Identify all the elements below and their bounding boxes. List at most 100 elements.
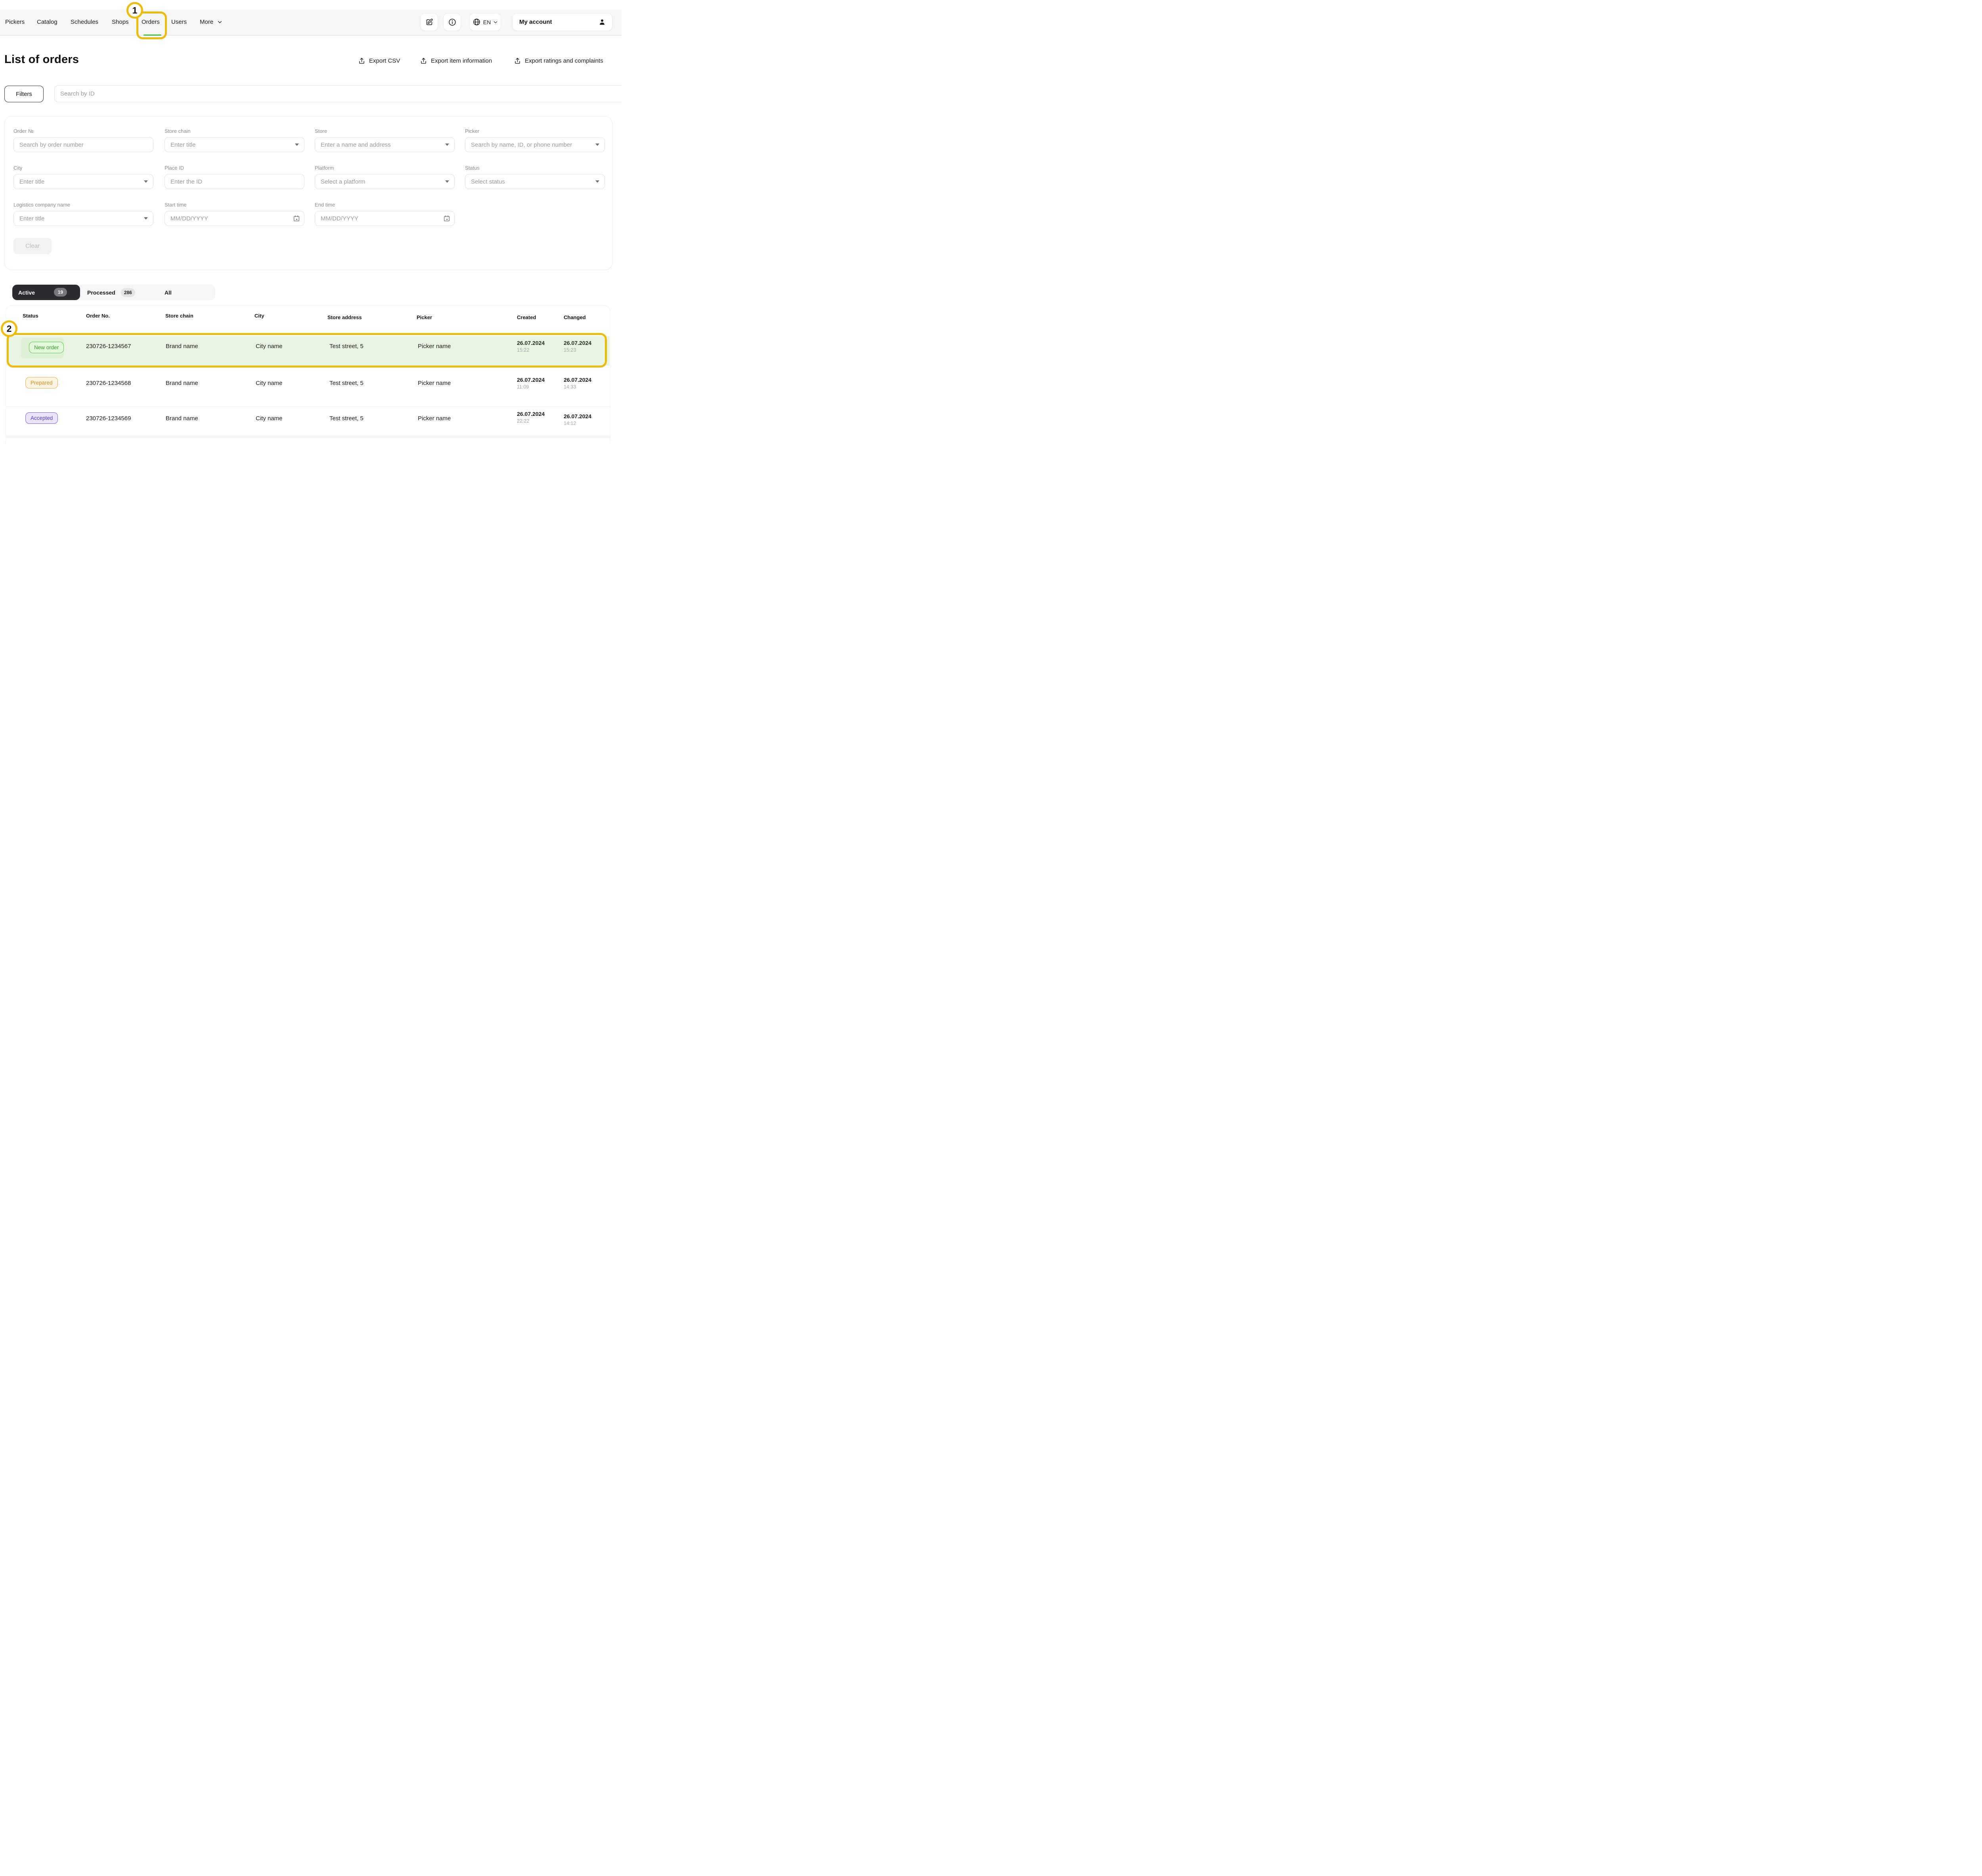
export-csv-label: Export CSV xyxy=(369,57,400,64)
column-header-changed: Changed xyxy=(564,314,586,320)
tab-all[interactable]: All xyxy=(165,285,172,300)
logistics-company-label: Logistics company name xyxy=(13,202,153,208)
upload-icon xyxy=(420,57,427,65)
cell-order-no: 230726-1234568 xyxy=(86,380,131,387)
start-time-input[interactable] xyxy=(165,211,304,226)
calendar-icon[interactable] xyxy=(443,215,450,222)
status-badge-label: Prepared xyxy=(31,380,53,386)
my-account-button[interactable]: My account xyxy=(512,13,612,31)
store-chain-select[interactable] xyxy=(165,137,304,152)
city-label: City xyxy=(13,165,153,171)
cell-changed: 26.07.2024 14:12 xyxy=(564,413,591,426)
nav-item-orders[interactable]: Orders xyxy=(142,19,160,25)
status-badge-new-order: New order xyxy=(29,342,64,353)
upload-icon xyxy=(358,57,365,65)
tab-processed[interactable]: Processed 286 xyxy=(87,285,135,300)
created-date: 26.07.2024 xyxy=(517,340,545,346)
cell-order-no: 230726-1234567 xyxy=(86,343,131,350)
logistics-company-select[interactable] xyxy=(13,211,153,226)
column-header-order-no: Order No. xyxy=(86,313,110,319)
export-csv-button[interactable]: Export CSV xyxy=(358,57,400,65)
nav-item-schedules[interactable]: Schedules xyxy=(71,19,98,25)
place-id-label: Place ID xyxy=(165,165,304,171)
search-by-id-input[interactable] xyxy=(54,85,622,102)
order-no-label: Order № xyxy=(13,128,153,134)
place-id-input[interactable] xyxy=(165,174,304,189)
edit-button[interactable] xyxy=(420,13,438,31)
cell-store-address: Test street, 5 xyxy=(329,380,363,387)
person-icon xyxy=(598,18,606,27)
changed-time: 15:23 xyxy=(564,347,591,353)
end-time-label: End time xyxy=(315,202,455,208)
top-navigation-bar: Pickers Catalog Schedules Shops Orders U… xyxy=(0,10,622,36)
created-time: 22:22 xyxy=(517,418,545,424)
orders-admin-page: Pickers Catalog Schedules Shops Orders U… xyxy=(0,0,622,444)
cell-created: 26.07.2024 15:22 xyxy=(517,340,545,353)
nav-item-users[interactable]: Users xyxy=(171,19,187,25)
tab-active-label: Active xyxy=(18,289,35,296)
status-label: Status xyxy=(465,165,605,171)
picker-label: Picker xyxy=(465,128,605,134)
status-badge-label: New order xyxy=(34,345,59,350)
status-badge-accepted: Accepted xyxy=(25,412,58,424)
export-item-information-button[interactable]: Export item information xyxy=(420,57,492,65)
export-item-information-label: Export item information xyxy=(431,57,492,64)
status-select[interactable] xyxy=(465,174,605,189)
export-ratings-complaints-button[interactable]: Export ratings and complaints xyxy=(514,57,603,65)
changed-time: 14:12 xyxy=(564,421,591,426)
filters-panel: Order № Store chain Store Picker City Pl… xyxy=(4,116,612,270)
column-header-city: City xyxy=(254,313,264,319)
orders-table: Status Order No. Store chain City Store … xyxy=(6,305,610,444)
nav-item-more[interactable]: More xyxy=(200,19,222,25)
language-code: EN xyxy=(483,19,491,25)
tab-active[interactable]: Active 19 xyxy=(12,285,80,300)
column-header-store-address: Store address xyxy=(327,314,362,320)
city-select[interactable] xyxy=(13,174,153,189)
filters-button[interactable]: Filters xyxy=(4,86,44,102)
column-header-picker: Picker xyxy=(417,314,432,320)
column-header-created: Created xyxy=(517,314,536,320)
store-select[interactable] xyxy=(315,137,455,152)
created-date: 26.07.2024 xyxy=(517,377,545,383)
cell-picker: Picker name xyxy=(418,343,451,350)
info-button[interactable] xyxy=(443,13,461,31)
start-time-label: Start time xyxy=(165,202,304,208)
cell-city: City name xyxy=(256,415,283,422)
my-account-label: My account xyxy=(519,19,552,25)
language-selector[interactable]: EN xyxy=(469,13,501,31)
chevron-down-icon xyxy=(217,19,222,25)
orders-active-underline xyxy=(143,34,161,36)
calendar-icon[interactable] xyxy=(293,215,300,222)
cell-city: City name xyxy=(256,343,283,350)
cell-store-address: Test street, 5 xyxy=(329,343,363,350)
upload-icon xyxy=(514,57,521,65)
nav-item-shops[interactable]: Shops xyxy=(112,19,129,25)
platform-select[interactable] xyxy=(315,174,455,189)
changed-date: 26.07.2024 xyxy=(564,377,591,383)
export-ratings-complaints-label: Export ratings and complaints xyxy=(525,57,603,64)
page-title: List of orders xyxy=(4,53,79,66)
cell-created: 26.07.2024 22:22 xyxy=(517,411,545,424)
platform-label: Platform xyxy=(315,165,455,171)
nav-item-pickers[interactable]: Pickers xyxy=(5,19,25,25)
picker-select[interactable] xyxy=(465,137,605,152)
tab-processed-label: Processed xyxy=(87,289,115,296)
table-bottom-strip xyxy=(6,435,610,438)
column-header-status: Status xyxy=(23,313,38,319)
nav-item-more-label: More xyxy=(200,19,213,25)
cell-store-chain: Brand name xyxy=(166,380,198,387)
created-date: 26.07.2024 xyxy=(517,411,545,417)
chevron-down-icon xyxy=(493,20,498,25)
created-time: 11:09 xyxy=(517,384,545,390)
nav-item-catalog[interactable]: Catalog xyxy=(37,19,57,25)
cell-store-address: Test street, 5 xyxy=(329,415,363,422)
cell-city: City name xyxy=(256,380,283,387)
changed-date: 26.07.2024 xyxy=(564,340,591,346)
clear-filters-button[interactable]: Clear xyxy=(13,238,52,254)
search-by-id-field xyxy=(54,85,622,102)
order-no-input[interactable] xyxy=(13,137,153,152)
info-circle-icon xyxy=(448,18,457,27)
end-time-input[interactable] xyxy=(315,211,455,226)
cell-order-no: 230726-1234569 xyxy=(86,415,131,422)
pencil-square-icon xyxy=(425,18,434,27)
